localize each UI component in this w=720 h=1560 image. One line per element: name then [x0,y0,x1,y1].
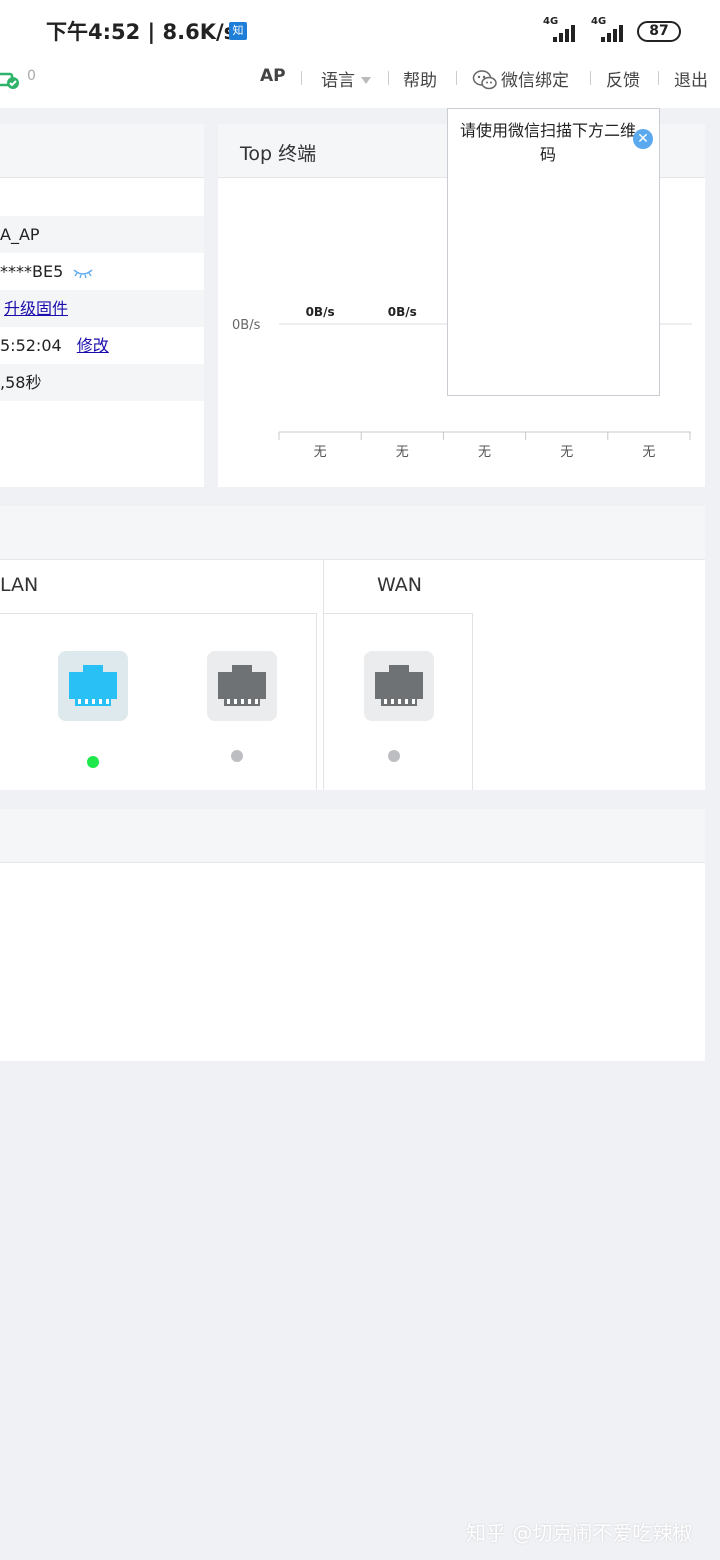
wan-label: WAN [377,574,422,596]
nav-divider [590,71,591,85]
nav-help[interactable]: 帮助 [403,66,437,91]
lan-port-2-status [231,750,243,762]
router-status-icon[interactable] [0,68,22,90]
lan-port-2[interactable] [207,651,277,721]
card-header [0,809,705,863]
ethernet-port-icon [218,665,266,706]
wechat-icon [472,70,497,90]
close-icon[interactable]: ✕ [633,129,653,149]
nav-wechat-bind[interactable]: 微信绑定 [472,66,569,91]
nav-divider [301,71,302,85]
ports-card: LAN WAN [0,506,705,790]
lan-port-1[interactable] [58,651,128,721]
router-count: 0 [27,68,36,84]
wan-port[interactable] [364,651,434,721]
nav-ap[interactable]: AP [260,66,286,86]
battery-icon: 87 [637,21,681,42]
wan-port-status [388,750,400,762]
x-tick-label: 无 [560,445,573,460]
lan-header: LAN [0,560,317,614]
zhihu-app-icon: 知 [229,22,247,40]
x-tick-label: 无 [478,445,491,460]
lan-label: LAN [0,574,39,596]
nav-language-label: 语言 [321,71,355,91]
modify-time-link[interactable]: 修改 [77,336,109,355]
top-nav: 0 AP 语言 帮助 微信绑定 反馈 退出 [0,60,720,108]
x-tick-label: 无 [642,445,655,460]
card-header [0,506,705,560]
nav-wechat-label: 微信绑定 [501,71,569,91]
ethernet-port-icon [375,665,423,706]
system-time-value: 5:52:04 [0,336,62,355]
x-tick-label: 无 [396,445,409,460]
nav-language[interactable]: 语言 [321,66,371,91]
wechat-qr-popup: 请使用微信扫描下方二维码 ✕ [447,108,660,396]
nav-divider [388,71,389,85]
info-row-uptime: ,58秒 [0,364,204,401]
nav-logout[interactable]: 退出 [674,66,708,91]
bar-value-label: 0B/s [306,305,335,319]
password-value: ****BE5 [0,262,64,281]
y-axis-tick: 0B/s [232,318,261,333]
card-header [0,124,204,178]
wan-header: WAN [324,560,473,614]
lan-port-1-status [87,756,99,768]
watermark: 知乎 @切克闹不爱吃辣椒 [466,1521,693,1545]
status-bar: 下午4:52 | 8.6K/s 知 4G 4G 87 [0,0,720,60]
device-info-card: A_AP ****BE5 升级固件 5:52:04 修改 ,58秒 [0,124,204,487]
upgrade-firmware-link[interactable]: 升级固件 [4,299,68,318]
status-time: 下午4:52 | 8.6K/s [46,20,237,44]
eye-closed-icon[interactable] [72,267,94,279]
nav-divider [658,71,659,85]
wan-section: WAN [323,560,473,790]
lan-section: LAN [0,560,317,790]
x-tick-label: 无 [314,445,327,460]
nav-feedback[interactable]: 反馈 [606,66,640,91]
bottom-card [0,809,705,1061]
bar-value-label: 0B/s [388,305,417,319]
chevron-down-icon [361,77,371,84]
info-row-firmware: 升级固件 [0,290,204,327]
popup-message: 请使用微信扫描下方二维码 [460,121,637,164]
ethernet-port-icon [69,665,117,706]
info-row-ssid: A_AP [0,216,204,253]
info-row-time: 5:52:04 修改 [0,327,204,364]
info-row-password: ****BE5 [0,253,204,290]
nav-divider [456,71,457,85]
